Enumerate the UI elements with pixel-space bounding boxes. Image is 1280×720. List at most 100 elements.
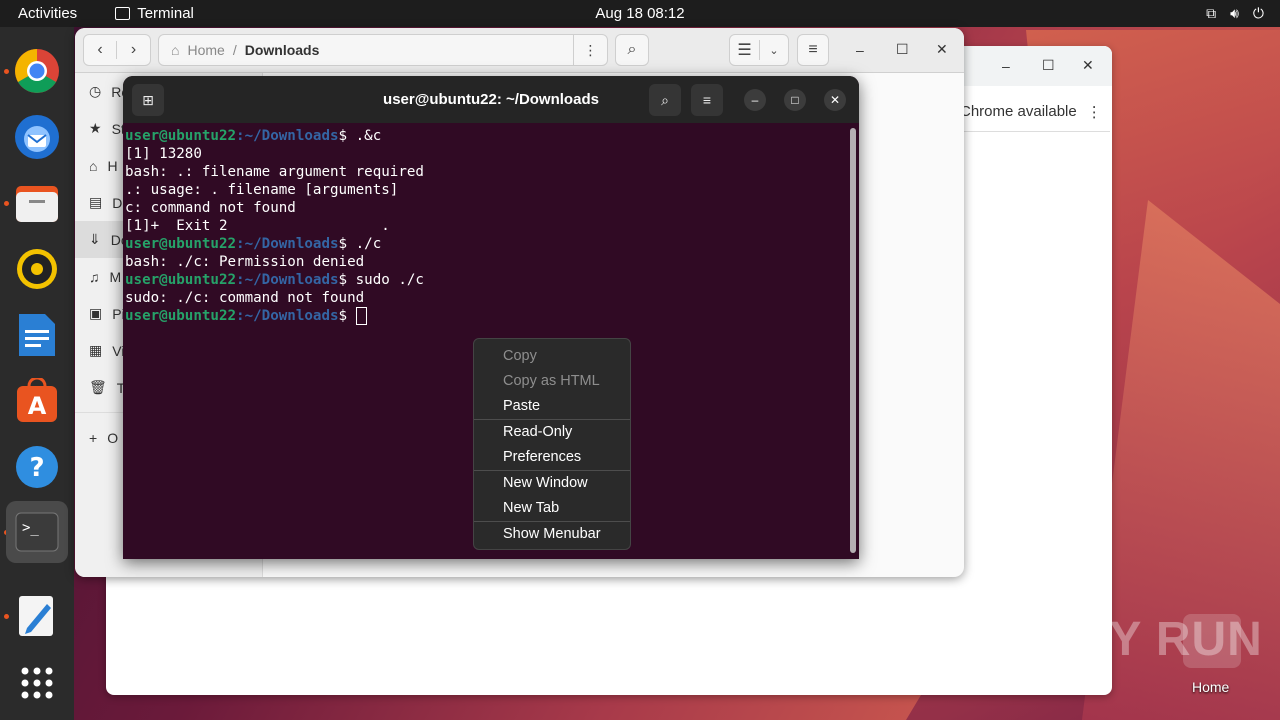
svg-text:A: A: [28, 392, 47, 420]
terminal-output-line: sudo: ./c: command not found: [125, 290, 365, 306]
main-menu-button[interactable]: ≡: [797, 34, 829, 66]
more-options-icon[interactable]: ⋮: [1087, 103, 1102, 121]
chrome-update-bar[interactable]: Chrome available ⋮: [956, 92, 1110, 132]
minimize-button[interactable]: –: [856, 42, 864, 58]
home-folder-icon[interactable]: [1183, 614, 1241, 668]
top-bar: Activities Terminal Aug 18 08:12 ⧉ 🔊︎ ⏻: [0, 0, 1280, 27]
close-button[interactable]: ✕: [936, 41, 948, 58]
menu-item-copy[interactable]: Copy: [474, 344, 630, 369]
music-icon: ♫: [89, 268, 100, 285]
terminal-command-line: user@ubuntu22:~/Downloads$: [125, 307, 845, 325]
terminal-output-line: .: usage: . filename [arguments]: [125, 182, 399, 198]
terminal-headerbar: ⊞ user@ubuntu22: ~/Downloads ⌕ ≡ – □ ✕: [123, 76, 859, 123]
maximize-button[interactable]: ☐: [1042, 57, 1055, 74]
terminal-output-line: c: command not found: [125, 200, 296, 216]
picture-icon: ▣: [89, 305, 103, 321]
search-button[interactable]: ⌕: [649, 84, 681, 116]
search-button[interactable]: ⌕: [615, 34, 649, 66]
plus-icon: +: [89, 429, 98, 446]
show-apps-icon[interactable]: [11, 657, 63, 709]
path-current[interactable]: Downloads: [245, 42, 320, 58]
help-icon[interactable]: ?: [11, 441, 63, 493]
view-toggle[interactable]: ☰ ⌄: [729, 34, 789, 66]
terminal-command-line: user@ubuntu22:~/Downloads$ sudo ./c: [125, 271, 845, 289]
menu-button[interactable]: ≡: [691, 84, 723, 116]
prompt-user: user@ubuntu22: [125, 272, 237, 288]
search-icon: ⌕: [627, 41, 637, 58]
running-indicator: [4, 69, 9, 74]
new-tab-button[interactable]: ⊞: [132, 84, 164, 116]
prompt-user: user@ubuntu22: [125, 308, 237, 324]
power-icon: ⏻: [1252, 5, 1264, 21]
star-icon: ★: [89, 120, 102, 136]
context-menu: Copy Copy as HTML Paste Read-Only Prefer…: [473, 338, 631, 550]
files-headerbar: ‹ › ⌂ Home / Downloads ⋮ ⌕ ☰ ⌄ ≡ – ☐ ✕: [75, 28, 964, 73]
command-text: $ .&c: [338, 128, 382, 144]
running-indicator: [4, 614, 9, 619]
minimize-button[interactable]: –: [1002, 58, 1010, 74]
text-editor-icon[interactable]: [11, 590, 63, 642]
activities-button[interactable]: Activities: [18, 5, 77, 22]
minimize-button[interactable]: –: [744, 89, 766, 111]
network-icon: ⧉: [1206, 5, 1217, 21]
terminal-output-line: [1] 13280: [125, 146, 202, 162]
command-text: $ ./c: [338, 236, 382, 252]
app-name: Terminal: [137, 5, 194, 22]
menu-item-preferences[interactable]: Preferences: [474, 445, 630, 470]
path-bar[interactable]: ⌂ Home / Downloads ⋮: [158, 34, 608, 66]
close-button[interactable]: ✕: [1082, 57, 1094, 74]
download-icon: ⇓: [89, 231, 101, 247]
terminal-icon: [115, 7, 131, 20]
system-tray[interactable]: ⧉ 🔊︎ ⏻: [1206, 5, 1264, 22]
home-icon: ⌂: [89, 157, 98, 174]
app-center-icon[interactable]: A: [11, 375, 63, 427]
app-menu[interactable]: Terminal: [115, 5, 194, 22]
terminal-output-line: bash: .: filename argument required: [125, 164, 424, 180]
menu-item-read-only[interactable]: Read-Only: [474, 420, 630, 445]
path-separator: /: [232, 42, 237, 58]
text-cursor: [355, 307, 367, 325]
prompt-user: user@ubuntu22: [125, 128, 237, 144]
path-home[interactable]: Home: [187, 42, 224, 58]
thunderbird-icon[interactable]: [11, 111, 63, 163]
running-indicator: [4, 201, 9, 206]
scrollbar[interactable]: [850, 128, 856, 553]
files-icon[interactable]: [11, 177, 63, 229]
clock-icon: ◷: [89, 83, 102, 99]
menu-item-show-menubar[interactable]: Show Menubar: [474, 522, 630, 547]
maximize-button[interactable]: ☐: [896, 41, 909, 58]
command-text: $ sudo ./c: [338, 272, 424, 288]
chrome-icon[interactable]: [11, 45, 63, 97]
terminal-command-line: user@ubuntu22:~/Downloads$ ./c: [125, 235, 845, 253]
hamburger-icon: ≡: [808, 41, 818, 58]
terminal-output-line: bash: ./c: Permission denied: [125, 254, 365, 270]
terminal-output-line: [1]+ Exit 2 .: [125, 218, 390, 234]
volume-icon: 🔊︎: [1230, 5, 1239, 21]
menu-item-new-tab[interactable]: New Tab: [474, 496, 630, 521]
list-view-icon: ☰: [730, 40, 760, 60]
menu-item-copy-as-html[interactable]: Copy as HTML: [474, 369, 630, 394]
home-icon: ⌂: [171, 42, 180, 58]
prompt-path: :~/Downloads: [236, 308, 339, 324]
back-button[interactable]: ‹: [84, 41, 118, 59]
terminal-dock-icon[interactable]: >_: [6, 501, 68, 563]
hamburger-icon: ≡: [702, 92, 712, 108]
terminal-command-line: user@ubuntu22:~/Downloads$ .&c: [125, 127, 845, 145]
chrome-available-text: Chrome available: [960, 103, 1077, 120]
rhythmbox-icon[interactable]: [11, 243, 63, 295]
video-icon: ▦: [89, 342, 103, 358]
trash-icon: 🗑︎: [89, 379, 107, 395]
menu-item-paste[interactable]: Paste: [474, 394, 630, 419]
home-folder-label[interactable]: Home: [1192, 679, 1229, 695]
path-menu-icon[interactable]: ⋮: [573, 35, 607, 65]
svg-text:?: ?: [29, 453, 44, 483]
prompt-user: user@ubuntu22: [125, 236, 237, 252]
close-button[interactable]: ✕: [824, 89, 846, 111]
nav-buttons: ‹ ›: [83, 34, 151, 66]
maximize-button[interactable]: □: [784, 89, 806, 111]
libreoffice-writer-icon[interactable]: [11, 309, 63, 361]
document-icon: ▤: [89, 194, 103, 210]
dock: A ? >_: [0, 27, 74, 720]
forward-button[interactable]: ›: [117, 41, 150, 59]
menu-item-new-window[interactable]: New Window: [474, 471, 630, 496]
